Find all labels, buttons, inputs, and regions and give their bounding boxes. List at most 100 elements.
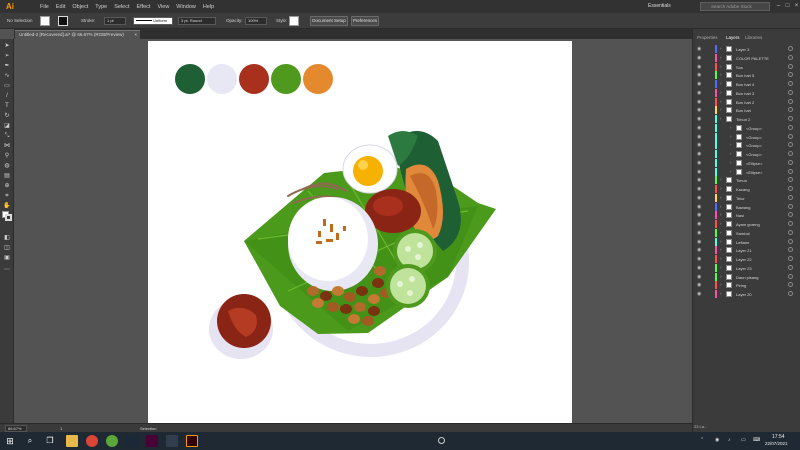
visibility-eye-icon[interactable]: ◉ xyxy=(697,212,703,218)
layer-target-icon[interactable] xyxy=(788,81,793,86)
gradient-tool-icon[interactable]: ▤ xyxy=(3,173,11,180)
layer-row[interactable]: ◉ › Timun xyxy=(694,176,798,185)
expand-chevron-icon[interactable]: › xyxy=(720,55,722,60)
illustrator-taskbar-icon[interactable] xyxy=(186,435,198,447)
blend-tool-icon[interactable]: ◍ xyxy=(3,163,11,170)
document-setup-button[interactable]: Document Setup xyxy=(310,16,348,26)
visibility-eye-icon[interactable]: ◉ xyxy=(697,46,703,52)
layer-row[interactable]: ◉ › Layer 22 xyxy=(694,255,798,264)
artboard-number[interactable]: 1 xyxy=(60,426,62,431)
visibility-eye-icon[interactable]: ◉ xyxy=(697,134,703,140)
expand-chevron-icon[interactable]: › xyxy=(720,116,722,121)
layer-row[interactable]: ◉ › <Ellipse> xyxy=(694,167,798,177)
stock-search-input[interactable]: Search Adobe Stock xyxy=(700,2,770,11)
visibility-eye-icon[interactable]: ◉ xyxy=(697,186,703,192)
layer-target-icon[interactable] xyxy=(788,221,793,226)
scale-tool-icon[interactable]: ⤡ xyxy=(3,133,11,140)
volume-icon[interactable]: ♪ xyxy=(728,437,731,443)
menu-edit[interactable]: Edit xyxy=(56,4,65,10)
draw-mode-icon[interactable]: ◫ xyxy=(3,245,11,252)
visibility-eye-icon[interactable]: ◉ xyxy=(697,177,703,183)
layer-target-icon[interactable] xyxy=(788,194,793,200)
screen-mode-icon[interactable]: ▣ xyxy=(3,255,11,262)
expand-chevron-icon[interactable]: › xyxy=(720,230,722,235)
layer-target-icon[interactable] xyxy=(788,133,793,139)
close-icon[interactable]: × xyxy=(792,2,800,11)
expand-chevron-icon[interactable]: › xyxy=(720,282,722,287)
layer-target-icon[interactable] xyxy=(788,72,793,78)
expand-chevron-icon[interactable]: › xyxy=(720,90,722,95)
windows-start-icon[interactable]: ⊞ xyxy=(4,435,16,447)
layer-target-icon[interactable] xyxy=(788,229,793,235)
expand-chevron-icon[interactable]: › xyxy=(720,81,722,86)
layer-target-icon[interactable] xyxy=(788,273,793,279)
layer-row[interactable]: ◉ › Daun pisang xyxy=(694,272,798,282)
visibility-eye-icon[interactable]: ◉ xyxy=(697,221,703,227)
expand-chevron-icon[interactable]: › xyxy=(720,256,722,261)
shape-builder-tool-icon[interactable]: ⊕ xyxy=(3,183,11,190)
selection-tool-icon[interactable]: ➤ xyxy=(3,43,11,50)
visibility-eye-icon[interactable]: ◉ xyxy=(697,169,703,175)
layer-target-icon[interactable] xyxy=(788,264,793,270)
expand-chevron-icon[interactable]: › xyxy=(720,291,722,296)
layer-target-icon[interactable] xyxy=(788,46,793,51)
document-tab[interactable]: Untitled-2 [Recovered].ai* @ 66.67% (RGB… xyxy=(15,30,140,39)
menu-select[interactable]: Select xyxy=(114,4,129,10)
expand-chevron-icon[interactable]: › xyxy=(720,274,722,279)
visibility-eye-icon[interactable]: ◉ xyxy=(697,265,703,271)
menu-object[interactable]: Object xyxy=(72,4,88,10)
layer-row[interactable]: ◉ › Nasi xyxy=(694,211,798,220)
layer-target-icon[interactable] xyxy=(788,54,793,60)
expand-chevron-icon[interactable]: › xyxy=(720,204,722,209)
menu-help[interactable]: Help xyxy=(203,4,214,10)
keyboard-icon[interactable]: ⌨ xyxy=(753,437,760,443)
expand-chevron-icon[interactable]: › xyxy=(720,212,722,217)
visibility-eye-icon[interactable]: ◉ xyxy=(697,282,703,288)
hand-tool-icon[interactable]: ✋ xyxy=(3,203,11,210)
layer-row[interactable]: ◉ › Bun hari 5 xyxy=(694,71,798,80)
visibility-eye-icon[interactable]: ◉ xyxy=(697,64,703,70)
visibility-eye-icon[interactable]: ◉ xyxy=(697,116,703,122)
steam-icon[interactable] xyxy=(126,435,138,447)
layer-row[interactable]: ◉ › <Group> xyxy=(694,132,798,142)
maximize-icon[interactable]: □ xyxy=(783,2,792,11)
pen-tool-icon[interactable]: ✒ xyxy=(3,63,11,70)
layer-target-icon[interactable] xyxy=(788,212,793,218)
visibility-eye-icon[interactable]: ◉ xyxy=(697,239,703,245)
layer-target-icon[interactable] xyxy=(788,256,793,261)
menu-effect[interactable]: Effect xyxy=(137,4,151,10)
layer-target-icon[interactable] xyxy=(788,107,793,113)
workspace-switcher[interactable]: Essentials xyxy=(648,3,671,9)
app-icon-green[interactable] xyxy=(106,435,118,447)
opacity-field[interactable]: 100% xyxy=(245,17,267,25)
visibility-eye-icon[interactable]: ◉ xyxy=(697,72,703,78)
visibility-eye-icon[interactable]: ◉ xyxy=(697,151,703,157)
expand-chevron-icon[interactable]: › xyxy=(720,99,722,104)
type-tool-icon[interactable]: T xyxy=(3,103,11,110)
direct-selection-tool-icon[interactable]: ➢ xyxy=(3,53,11,60)
visibility-eye-icon[interactable]: ◉ xyxy=(697,142,703,148)
layer-row[interactable]: ◉ › Layer 23 xyxy=(694,263,798,273)
expand-chevron-icon[interactable]: › xyxy=(720,221,722,226)
visibility-eye-icon[interactable]: ◉ xyxy=(697,107,703,113)
visibility-eye-icon[interactable]: ◉ xyxy=(697,256,703,262)
expand-chevron-icon[interactable]: › xyxy=(730,125,732,130)
expand-chevron-icon[interactable]: › xyxy=(720,195,722,200)
expand-chevron-icon[interactable]: › xyxy=(720,247,722,252)
stroke-weight-field[interactable]: 1 pt xyxy=(104,17,126,25)
layer-row[interactable]: ◉ › <Group> xyxy=(694,123,798,133)
layer-row[interactable]: ◉ › Piring xyxy=(694,281,798,290)
layer-row[interactable]: ◉ › COLOR PALETTE xyxy=(694,53,798,63)
tab-close-icon[interactable]: × xyxy=(134,31,137,39)
layer-row[interactable]: ◉ › Sos xyxy=(694,62,798,72)
layer-target-icon[interactable] xyxy=(788,238,793,244)
visibility-eye-icon[interactable]: ◉ xyxy=(697,99,703,105)
layer-target-icon[interactable] xyxy=(788,203,793,209)
layer-row[interactable]: ◉ › Sambal xyxy=(694,228,798,238)
line-tool-icon[interactable]: / xyxy=(3,93,11,100)
visibility-eye-icon[interactable]: ◉ xyxy=(697,291,703,297)
preferences-button[interactable]: Preferences xyxy=(351,16,379,26)
expand-chevron-icon[interactable]: › xyxy=(720,72,722,77)
stroke-swatch[interactable] xyxy=(58,16,68,26)
task-view-icon[interactable]: ❐ xyxy=(44,435,56,447)
